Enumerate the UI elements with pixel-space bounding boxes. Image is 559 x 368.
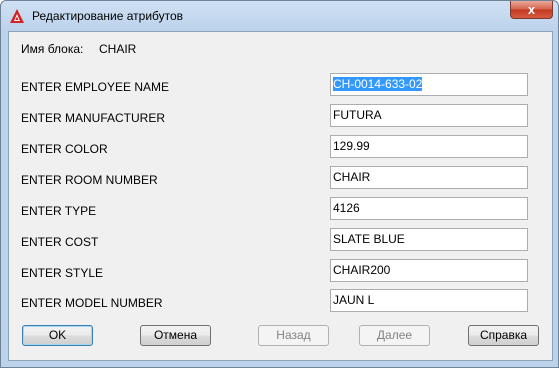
attribute-row: ENTER ROOM NUMBER CHAIR (9, 166, 552, 190)
attribute-row: ENTER MODEL NUMBER JAUN L (9, 289, 552, 313)
dialog-body: Имя блока: CHAIR ENTER EMPLOYEE NAME CH-… (8, 31, 553, 361)
attribute-label: ENTER MODEL NUMBER (21, 296, 163, 310)
attribute-label: ENTER STYLE (21, 266, 104, 280)
attribute-value-input[interactable]: SLATE BLUE (330, 228, 528, 251)
autocad-logo-icon (10, 9, 24, 23)
window-title: Редактирование атрибутов (32, 9, 184, 23)
close-button[interactable]: x (510, 1, 553, 19)
attribute-label: ENTER COST (21, 235, 99, 249)
block-name-value: CHAIR (99, 42, 137, 56)
attribute-value-input[interactable]: 129.99 (330, 135, 528, 158)
attribute-value-input[interactable]: JAUN L (330, 289, 528, 312)
attribute-row: ENTER STYLE CHAIR200 (9, 259, 552, 283)
attribute-label: ENTER EMPLOYEE NAME (21, 80, 170, 94)
attribute-value-input[interactable]: CHAIR200 (330, 259, 528, 282)
cancel-button[interactable]: Отмена (140, 325, 211, 346)
block-name-label: Имя блока: (21, 42, 84, 56)
close-icon: x (527, 2, 536, 17)
attribute-value-input[interactable]: FUTURA (330, 104, 528, 127)
attribute-label: ENTER TYPE (21, 204, 97, 218)
attribute-label: ENTER ROOM NUMBER (21, 173, 158, 187)
attribute-value-input[interactable]: CHAIR (330, 166, 528, 189)
selected-text: CH-0014-633-02 (333, 77, 423, 91)
back-button[interactable]: Назад (258, 325, 329, 346)
ok-button[interactable]: OK (22, 325, 93, 346)
title-bar[interactable]: Редактирование атрибутов x (1, 1, 558, 31)
attribute-value-input[interactable]: 4126 (330, 197, 528, 220)
edit-attributes-dialog: Редактирование атрибутов x Имя блока: CH… (0, 0, 559, 368)
attribute-row: ENTER TYPE 4126 (9, 197, 552, 221)
help-button[interactable]: Справка (468, 325, 539, 346)
attribute-row: ENTER MANUFACTURER FUTURA (9, 104, 552, 128)
attribute-row: ENTER COST SLATE BLUE (9, 228, 552, 252)
attribute-label: ENTER MANUFACTURER (21, 111, 166, 125)
attribute-row: ENTER EMPLOYEE NAME CH-0014-633-02 (9, 73, 552, 97)
attribute-row: ENTER COLOR 129.99 (9, 135, 552, 159)
next-button[interactable]: Далее (359, 325, 430, 346)
attribute-label: ENTER COLOR (21, 142, 108, 156)
attribute-value-input[interactable]: CH-0014-633-02 (330, 73, 528, 96)
